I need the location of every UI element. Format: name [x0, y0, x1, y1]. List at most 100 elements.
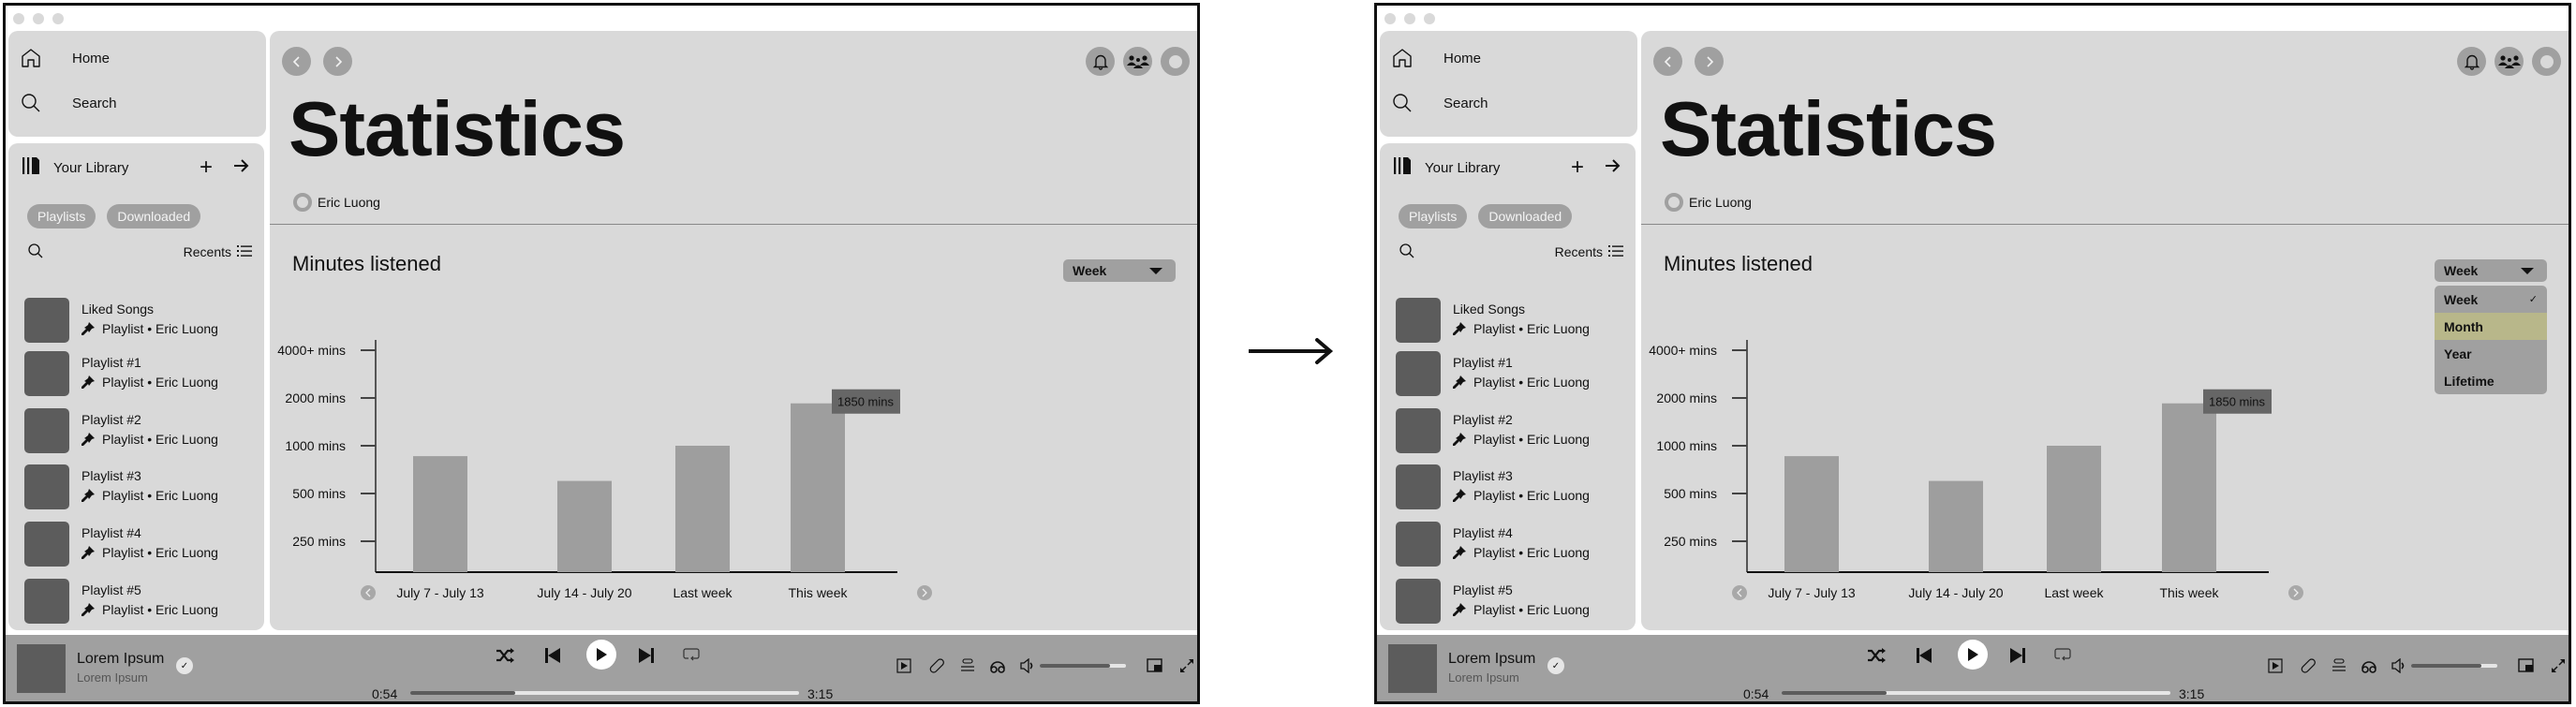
sort-recents-button[interactable]: Recents — [1555, 244, 1623, 260]
now-playing-title[interactable]: Lorem Ipsum — [1448, 651, 1535, 668]
minimize-window-button[interactable] — [1404, 13, 1415, 24]
now-playing-view-button[interactable] — [894, 655, 914, 676]
now-playing-cover[interactable] — [17, 644, 66, 693]
plus-icon[interactable]: + — [1571, 156, 1584, 179]
progress-bar[interactable] — [410, 691, 799, 695]
minimize-window-button[interactable] — [33, 13, 44, 24]
chart-next-button[interactable] — [917, 585, 932, 600]
connect-device-button[interactable] — [2359, 655, 2379, 676]
bar-this-week[interactable] — [791, 403, 845, 572]
volume-slider[interactable] — [2411, 664, 2497, 668]
close-window-button[interactable] — [13, 13, 24, 24]
list-item[interactable]: Playlist #3 Playlist • Eric Luong — [1396, 464, 1630, 509]
sort-recents-button[interactable]: Recents — [184, 244, 252, 260]
lyrics-button[interactable] — [2299, 655, 2319, 676]
library-title[interactable]: Your Library — [1425, 160, 1500, 176]
miniplayer-button[interactable] — [1145, 655, 1165, 676]
list-item[interactable]: Liked Songs Playlist • Eric Luong — [24, 298, 259, 343]
maximize-window-button[interactable] — [1424, 13, 1435, 24]
list-item[interactable]: Playlist #1 Playlist • Eric Luong — [24, 351, 259, 396]
play-button[interactable] — [1958, 640, 1988, 670]
mute-button[interactable] — [1017, 655, 1038, 676]
bar-july-14-july-20[interactable] — [557, 480, 612, 572]
list-item[interactable]: Playlist #4 Playlist • Eric Luong — [1396, 522, 1630, 567]
sidebar-item-search[interactable]: Search — [20, 92, 117, 114]
bar-last-week[interactable] — [675, 446, 730, 572]
repeat-button[interactable] — [2054, 647, 2071, 664]
friends-activity-button[interactable] — [2495, 47, 2524, 76]
next-button[interactable] — [638, 647, 655, 664]
profile-button[interactable] — [1161, 47, 1190, 76]
bar-july-7-july-13[interactable] — [1784, 456, 1839, 572]
mute-button[interactable] — [2389, 655, 2409, 676]
chart-prev-button[interactable] — [361, 585, 376, 600]
chip-downloaded[interactable]: Downloaded — [1478, 204, 1573, 228]
owner-info[interactable]: Eric Luong — [1665, 193, 1752, 212]
library-icon[interactable] — [1393, 156, 1412, 179]
chart-next-button[interactable] — [2288, 585, 2303, 600]
back-button[interactable] — [282, 47, 311, 76]
list-item[interactable]: Playlist #3 Playlist • Eric Luong — [24, 464, 259, 509]
sidebar-item-home[interactable]: Home — [20, 47, 110, 69]
shuffle-button[interactable] — [1867, 647, 1886, 664]
previous-button[interactable] — [1916, 647, 1932, 664]
arrow-right-icon[interactable] — [232, 157, 249, 178]
owner-info[interactable]: Eric Luong — [293, 193, 380, 212]
chip-playlists[interactable]: Playlists — [27, 204, 96, 228]
queue-button[interactable] — [2329, 655, 2349, 676]
now-playing-cover[interactable] — [1388, 644, 1437, 693]
progress-bar[interactable] — [1782, 691, 2170, 695]
connect-device-button[interactable] — [987, 655, 1008, 676]
list-item[interactable]: Playlist #5 Playlist • Eric Luong — [1396, 579, 1630, 624]
range-option-month[interactable]: Month — [2435, 313, 2547, 340]
now-playing-artist[interactable]: Lorem Ipsum — [77, 670, 148, 685]
maximize-window-button[interactable] — [52, 13, 64, 24]
close-window-button[interactable] — [1384, 13, 1396, 24]
list-item[interactable]: Playlist #5 Playlist • Eric Luong — [24, 579, 259, 624]
profile-button[interactable] — [2532, 47, 2561, 76]
range-option-lifetime[interactable]: Lifetime — [2435, 367, 2547, 394]
plus-icon[interactable]: + — [200, 156, 213, 179]
notifications-button[interactable] — [2457, 47, 2486, 76]
library-search-icon[interactable] — [1399, 243, 1415, 262]
range-select[interactable]: Week — [1063, 259, 1176, 282]
list-item[interactable]: Playlist #1 Playlist • Eric Luong — [1396, 351, 1630, 396]
range-option-week[interactable]: Week ✓ — [2435, 286, 2547, 313]
range-select[interactable]: Week — [2435, 259, 2547, 282]
friends-activity-button[interactable] — [1123, 47, 1152, 76]
previous-button[interactable] — [544, 647, 561, 664]
list-item[interactable]: Playlist #2 Playlist • Eric Luong — [24, 408, 259, 453]
bar-july-14-july-20[interactable] — [1929, 480, 1983, 572]
list-item[interactable]: Playlist #4 Playlist • Eric Luong — [24, 522, 259, 567]
fullscreen-button[interactable] — [2548, 655, 2569, 676]
bar-last-week[interactable] — [2047, 446, 2101, 572]
range-option-year[interactable]: Year — [2435, 340, 2547, 367]
forward-button[interactable] — [323, 47, 352, 76]
repeat-button[interactable] — [683, 647, 700, 664]
now-playing-view-button[interactable] — [2265, 655, 2286, 676]
shuffle-button[interactable] — [496, 647, 514, 664]
next-button[interactable] — [2009, 647, 2026, 664]
now-playing-artist[interactable]: Lorem Ipsum — [1448, 670, 1519, 685]
volume-slider[interactable] — [1040, 664, 1126, 668]
library-search-icon[interactable] — [27, 243, 44, 262]
chart-prev-button[interactable] — [1732, 585, 1747, 600]
now-playing-title[interactable]: Lorem Ipsum — [77, 651, 164, 668]
list-item[interactable]: Playlist #2 Playlist • Eric Luong — [1396, 408, 1630, 453]
saved-check-icon[interactable]: ✓ — [176, 657, 193, 674]
sidebar-item-search[interactable]: Search — [1391, 92, 1488, 114]
queue-button[interactable] — [957, 655, 978, 676]
bar-july-7-july-13[interactable] — [413, 456, 467, 572]
saved-check-icon[interactable]: ✓ — [1547, 657, 1564, 674]
fullscreen-button[interactable] — [1177, 655, 1197, 676]
list-item[interactable]: Liked Songs Playlist • Eric Luong — [1396, 298, 1630, 343]
sidebar-item-home[interactable]: Home — [1391, 47, 1481, 69]
library-title[interactable]: Your Library — [53, 160, 128, 176]
back-button[interactable] — [1653, 47, 1682, 76]
miniplayer-button[interactable] — [2516, 655, 2537, 676]
chip-playlists[interactable]: Playlists — [1399, 204, 1468, 228]
forward-button[interactable] — [1695, 47, 1724, 76]
bar-this-week[interactable] — [2162, 403, 2216, 572]
play-button[interactable] — [586, 640, 616, 670]
notifications-button[interactable] — [1086, 47, 1115, 76]
